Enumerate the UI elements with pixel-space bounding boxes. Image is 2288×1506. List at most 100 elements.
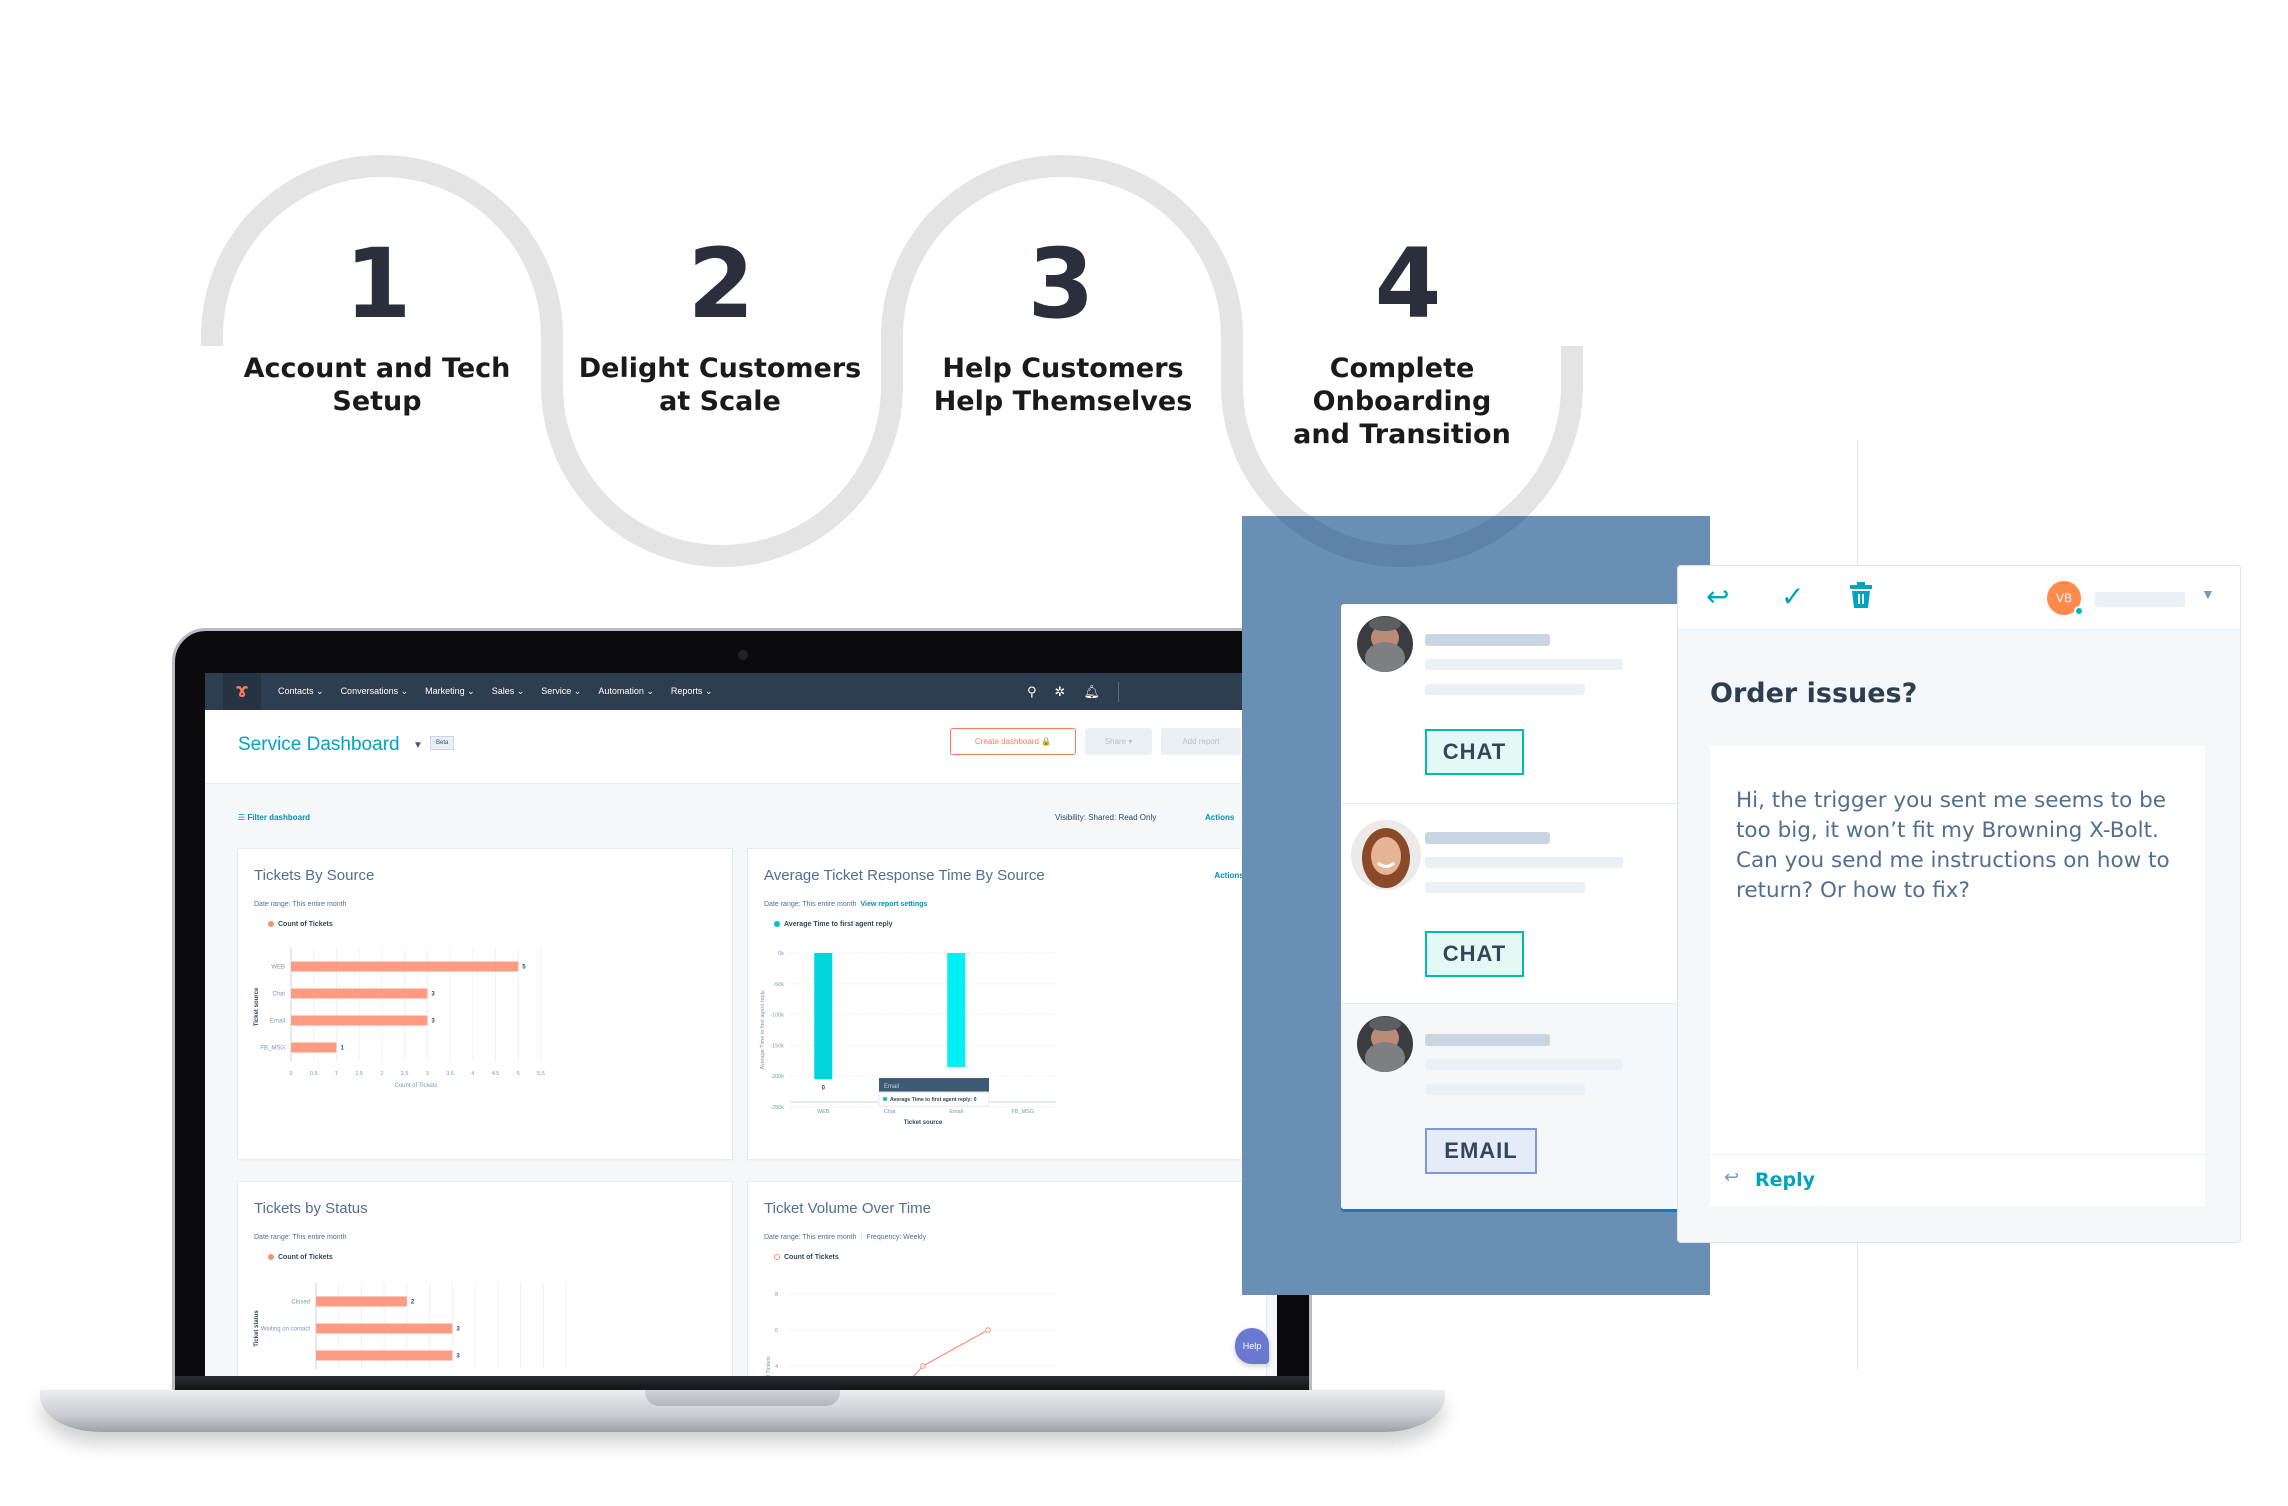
- separator: |: [860, 1234, 863, 1241]
- x-tick-label: 1.5: [355, 1071, 363, 1077]
- owner-name-placeholder: [2095, 592, 2185, 607]
- chart-legend: Average Time to first agent reply: [774, 921, 893, 928]
- dashboard-actions-link[interactable]: Actions: [1205, 813, 1234, 822]
- y-axis-title: Average Time to first agent reply: [760, 990, 766, 1069]
- y-axis-title: Ticket source: [254, 987, 260, 1026]
- y-tick-label: 8: [775, 1292, 778, 1298]
- preview-placeholder: [1425, 857, 1623, 868]
- step-4-label: Complete Onboarding and Transition: [1242, 352, 1562, 451]
- bar: [316, 1323, 453, 1334]
- preview-placeholder: [1425, 659, 1623, 670]
- help-button[interactable]: Help: [1235, 1328, 1269, 1364]
- nav-automation[interactable]: Automation ⌄: [598, 686, 654, 697]
- top-nav: ɤ Contacts ⌄ Conversations ⌄ Marketing ⌄…: [205, 673, 1277, 710]
- owner-dropdown-caret-icon[interactable]: ▼: [2201, 586, 2215, 602]
- date-range-text: Date range: This entire month: [764, 1234, 857, 1241]
- conversation-item[interactable]: EMAIL: [1341, 1004, 1686, 1209]
- conversation-item[interactable]: CHAT: [1341, 604, 1686, 804]
- nav-service[interactable]: Service ⌄: [541, 686, 581, 697]
- nav-contacts[interactable]: Contacts ⌄: [278, 686, 324, 697]
- category-label: Chat: [272, 992, 285, 998]
- create-dashboard-button[interactable]: Create dashboard 🔒: [950, 728, 1076, 755]
- x-tick-label: 3.5: [446, 1071, 454, 1077]
- nav-reports[interactable]: Reports ⌄: [671, 686, 713, 697]
- legend-dot: [774, 1254, 780, 1261]
- bar: [291, 1042, 337, 1053]
- step-3-label: Help Customers Help Themselves: [903, 352, 1223, 418]
- y-tick-label: -250k: [770, 1105, 784, 1111]
- step-2-label-line1: Delight Customers: [578, 353, 862, 384]
- sprocket-logo-icon[interactable]: ɤ: [223, 673, 261, 710]
- view-report-settings-link[interactable]: View report settings: [860, 901, 927, 908]
- add-report-button[interactable]: Add report: [1161, 728, 1241, 755]
- x-tick-label: 4.5: [492, 1071, 500, 1077]
- message-card: Hi, the trigger you sent me seems to be …: [1710, 746, 2205, 1206]
- step-4-label-line2: and Transition: [1293, 419, 1511, 450]
- category-label: FB_MSG: [260, 1046, 285, 1052]
- ticket-volume-chart: 8 6 4Count of Tickets: [766, 1292, 1058, 1376]
- reply-button[interactable]: Reply: [1755, 1169, 1815, 1191]
- category-label: WEB: [817, 1109, 830, 1115]
- thread-subject: Order issues?: [1710, 678, 1918, 709]
- data-label: 0: [822, 1085, 826, 1091]
- step-1-label-line1: Account and Tech: [243, 353, 511, 384]
- category-label: Email: [949, 1109, 963, 1115]
- legend-label: Count of Tickets: [278, 1254, 333, 1261]
- nav-marketing[interactable]: Marketing ⌄: [425, 686, 475, 697]
- bell-icon[interactable]: 🔔︎: [1083, 684, 1100, 700]
- x-tick-label: 1: [335, 1071, 338, 1077]
- step-2-number: 2: [687, 228, 755, 340]
- check-icon[interactable]: ✓: [1781, 580, 1804, 613]
- y-tick-label: 6: [775, 1328, 778, 1334]
- dashboard-title[interactable]: Service Dashboard: [238, 734, 400, 756]
- data-point: [920, 1363, 926, 1369]
- step-2-label-line2: at Scale: [659, 386, 781, 417]
- smiling-woman-avatar: [1351, 820, 1421, 890]
- laptop-base-notch: [645, 1390, 840, 1406]
- x-tick-label: 0: [289, 1071, 292, 1077]
- reply-icon[interactable]: ↩: [1706, 580, 1729, 613]
- data-label: 3: [431, 1019, 435, 1025]
- preview-placeholder: [1425, 1084, 1585, 1095]
- data-point: [985, 1327, 991, 1333]
- nav-conversations[interactable]: Conversations ⌄: [341, 686, 409, 697]
- bar: [291, 988, 428, 999]
- date-range-text: Date range: This entire month: [764, 901, 857, 908]
- y-axis-title: Ticket status: [254, 1310, 260, 1347]
- data-label: 2: [411, 1300, 415, 1306]
- trash-icon[interactable]: [1850, 582, 1872, 615]
- name-placeholder: [1425, 1034, 1550, 1046]
- step-4-label-line1: Complete Onboarding: [1312, 353, 1492, 417]
- report-card-ticket-volume: Ticket Volume Over Time Date range: This…: [747, 1181, 1267, 1376]
- filter-dashboard-link[interactable]: ☰ Filter dashboard: [238, 813, 310, 822]
- channel-tag-chat: CHAT: [1425, 931, 1524, 977]
- x-tick-label: 2.5: [401, 1071, 409, 1077]
- gear-icon[interactable]: ✲: [1055, 684, 1066, 700]
- laptop-screen: ɤ Contacts ⌄ Conversations ⌄ Marketing ⌄…: [205, 673, 1277, 1376]
- page-header: Service Dashboard ▼ Beta Create dashboar…: [205, 710, 1277, 784]
- search-icon[interactable]: ⚲: [1027, 684, 1037, 700]
- report-date-range: Date range: This entire month View report…: [764, 901, 927, 908]
- tooltip-dot: [883, 1097, 887, 1102]
- step-1-label: Account and Tech Setup: [217, 352, 537, 418]
- nav-sales[interactable]: Sales ⌄: [492, 686, 525, 697]
- step-4-number: 4: [1374, 228, 1442, 340]
- name-placeholder: [1425, 832, 1550, 844]
- x-tick-label: 2: [380, 1071, 383, 1077]
- bearded-man-avatar: [1357, 1016, 1413, 1072]
- dashboard-switch-caret-icon[interactable]: ▼: [413, 740, 423, 751]
- chart-legend: Count of Tickets: [774, 1254, 839, 1261]
- online-status-dot: [2074, 606, 2084, 616]
- step-1-number: 1: [344, 228, 412, 340]
- share-button[interactable]: Share ▾: [1085, 728, 1152, 755]
- report-title: Tickets by Status: [254, 1200, 368, 1217]
- step-1-label-line2: Setup: [332, 386, 422, 417]
- conversation-item[interactable]: CHAT: [1341, 804, 1686, 1004]
- visibility-status: Visibility: Shared: Read Only: [1055, 813, 1157, 822]
- tickets-by-status-chart: Closed 2 Waiting on contact 3 3 Ticket status: [254, 1283, 567, 1369]
- bar: [947, 953, 966, 1067]
- data-label: 5: [522, 965, 526, 971]
- data-label: 3: [456, 1354, 460, 1360]
- message-footer: ↩ Reply: [1710, 1154, 2205, 1206]
- nav-divider: [1117, 681, 1119, 702]
